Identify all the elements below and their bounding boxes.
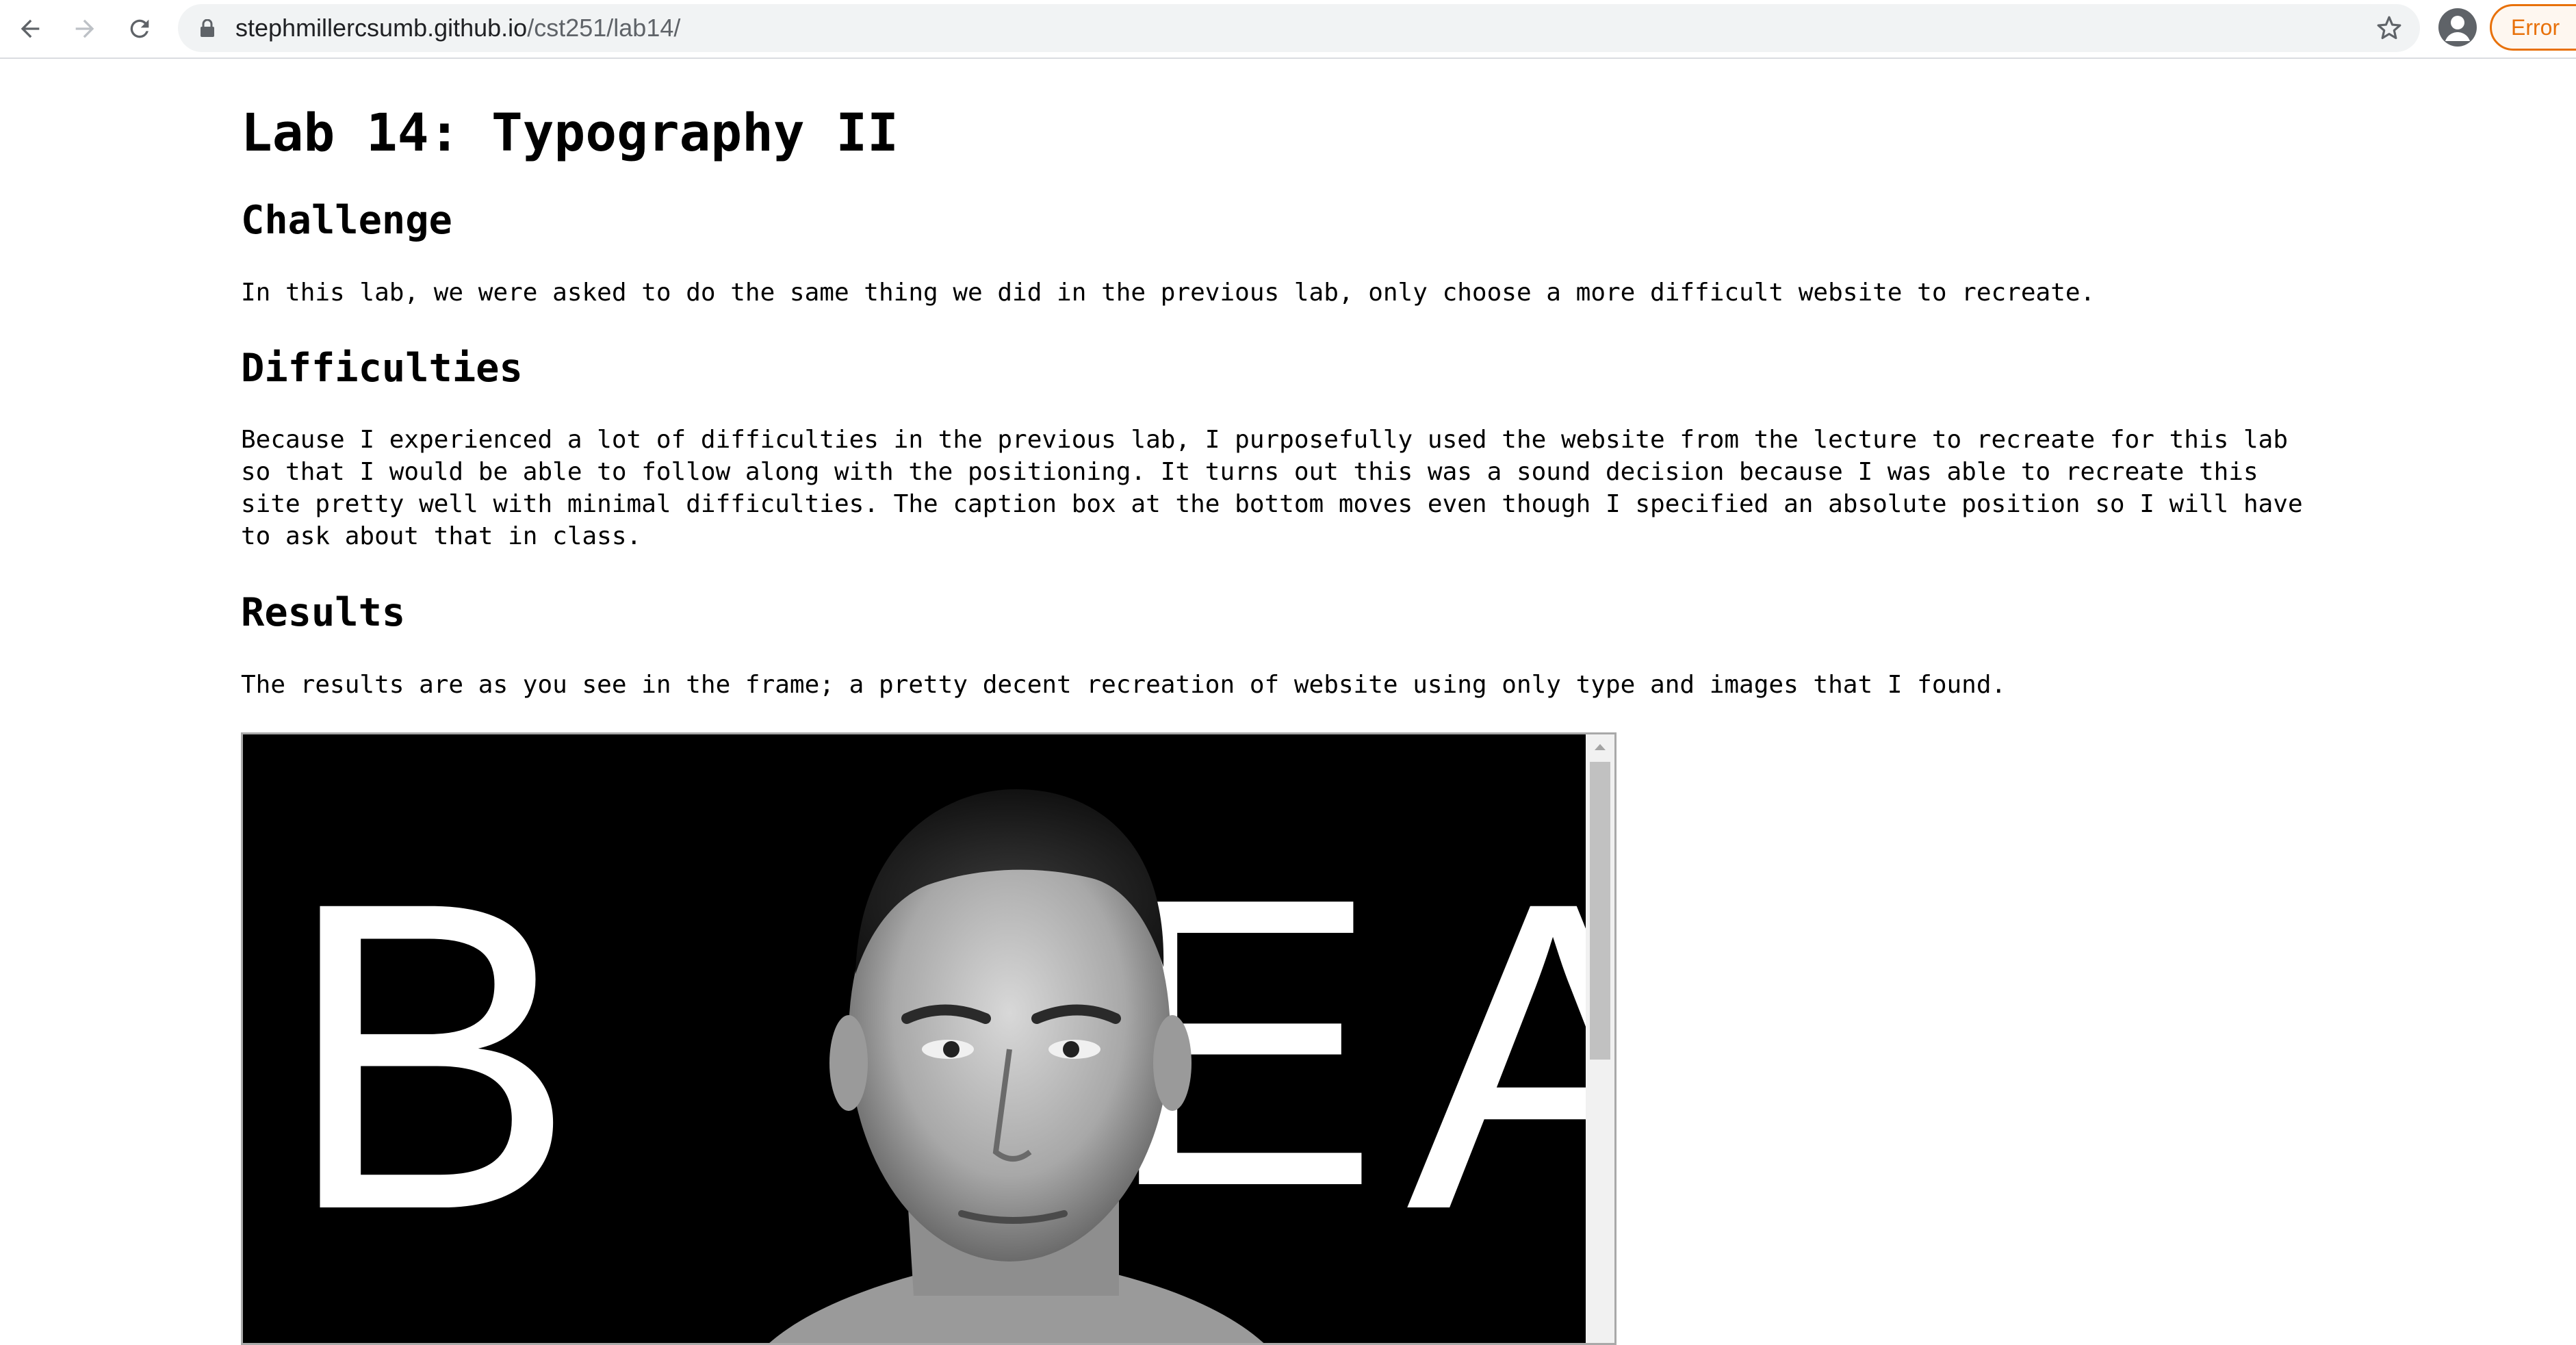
browser-toolbar: stephmillercsumb.github.io/cst251/lab14/…	[0, 0, 2576, 59]
scrollbar-thumb[interactable]	[1590, 762, 1610, 1060]
section-body-results: The results are as you see in the frame;…	[241, 671, 2007, 699]
portrait-photo	[769, 789, 1264, 1343]
frame-letter-b: B	[284, 811, 576, 1301]
iframe-scrollbar[interactable]	[1586, 734, 1614, 1343]
error-chip-label: Error	[2511, 15, 2560, 40]
section-body-challenge: In this lab, we were asked to do the sam…	[241, 279, 2096, 307]
section-heading-challenge: Challenge	[241, 198, 452, 243]
star-icon[interactable]	[2372, 11, 2406, 45]
section-heading-difficulties: Difficulties	[241, 346, 523, 391]
url-path: /cst251/lab14/	[527, 14, 681, 42]
iframe-content: B E A	[243, 734, 1586, 1343]
back-arrow-icon[interactable]	[10, 8, 51, 49]
frame-letter-a: A	[1406, 837, 1586, 1275]
address-bar[interactable]: stephmillercsumb.github.io/cst251/lab14/	[178, 4, 2420, 52]
section-heading-results: Results	[241, 590, 406, 635]
url-text[interactable]: stephmillercsumb.github.io/cst251/lab14/	[235, 4, 680, 52]
account-icon[interactable]	[2438, 8, 2477, 47]
section-body-difficulties: Because I experienced a lot of difficult…	[241, 426, 2303, 550]
scroll-up-arrow-icon[interactable]	[1586, 734, 1614, 759]
error-status-chip[interactable]: Error	[2490, 4, 2576, 51]
forward-arrow-icon[interactable]	[64, 8, 105, 49]
reload-icon[interactable]	[119, 8, 160, 49]
lock-icon[interactable]	[200, 18, 215, 37]
url-host: stephmillercsumb.github.io	[235, 14, 528, 42]
page-title: Lab 14: Typography II	[241, 102, 899, 163]
results-iframe[interactable]: B E A	[241, 732, 1617, 1345]
